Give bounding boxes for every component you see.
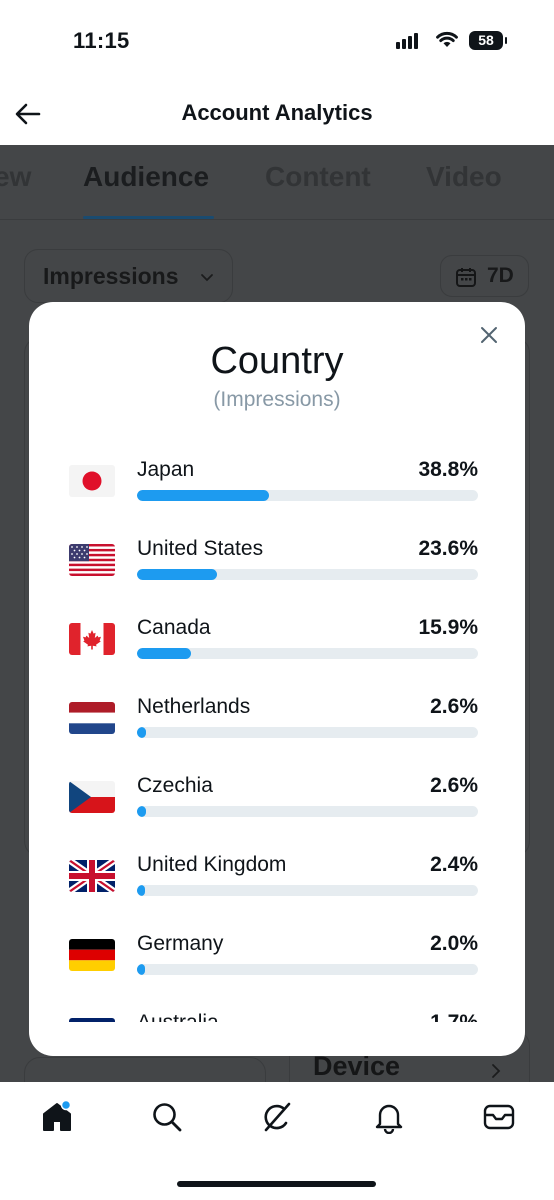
messages-icon[interactable] xyxy=(482,1100,516,1134)
country-percent: 2.6% xyxy=(430,695,478,718)
country-percent: 23.6% xyxy=(418,537,478,560)
united-states-flag-icon xyxy=(69,544,115,576)
country-name: Germany xyxy=(137,932,224,955)
search-icon[interactable] xyxy=(150,1100,184,1134)
home-icon[interactable] xyxy=(40,1100,74,1134)
notification-dot xyxy=(60,1100,72,1111)
czechia-flag-icon xyxy=(69,781,115,813)
australia-flag-icon xyxy=(69,1018,115,1022)
country-name: Canada xyxy=(137,616,211,639)
cellular-signal-icon xyxy=(396,33,422,49)
analytics-tabs: ew Audience Content Video xyxy=(0,145,554,219)
date-range-label: 7D xyxy=(487,264,514,287)
progress-fill xyxy=(137,964,145,975)
home-indicator xyxy=(177,1181,376,1187)
chevron-right-icon xyxy=(492,1064,501,1078)
background-card xyxy=(24,1057,266,1082)
battery-indicator: 58 xyxy=(469,31,507,50)
list-item: United Kingdom 2.4% xyxy=(29,841,525,920)
notifications-icon[interactable] xyxy=(372,1100,406,1134)
progress-track xyxy=(137,885,478,896)
progress-fill xyxy=(137,569,217,580)
list-item: Netherlands 2.6% xyxy=(29,683,525,762)
list-item: Canada 15.9% xyxy=(29,604,525,683)
progress-track xyxy=(137,648,478,659)
tab-overview[interactable]: ew xyxy=(0,161,31,193)
page-title: Account Analytics xyxy=(181,100,373,125)
country-name: Czechia xyxy=(137,774,213,797)
germany-flag-icon xyxy=(69,939,115,971)
netherlands-flag-icon xyxy=(69,702,115,734)
tab-content[interactable]: Content xyxy=(265,161,371,193)
country-percent: 2.6% xyxy=(430,774,478,797)
chevron-down-icon xyxy=(201,274,213,282)
country-name: Australia xyxy=(137,1011,219,1022)
country-name: United States xyxy=(137,537,264,560)
status-time: 11:15 xyxy=(73,28,130,53)
country-name: Japan xyxy=(137,458,195,481)
country-name: United Kingdom xyxy=(137,853,287,876)
country-percent: 2.4% xyxy=(430,853,478,876)
progress-track xyxy=(137,490,478,501)
list-item: Germany 2.0% xyxy=(29,920,525,999)
country-percent: 1.7% xyxy=(430,1011,478,1022)
country-list[interactable]: Japan 38.8% United States 23.6% Canada 1… xyxy=(29,446,525,1022)
metric-dropdown-label: Impressions xyxy=(43,263,179,289)
tab-audience[interactable]: Audience xyxy=(83,161,209,193)
united-kingdom-flag-icon xyxy=(69,860,115,892)
progress-fill xyxy=(137,727,146,738)
list-item: Japan 38.8% xyxy=(29,446,525,525)
top-bar: Account Analytics xyxy=(0,84,554,145)
japan-flag-icon xyxy=(69,465,115,497)
list-item: United States 23.6% xyxy=(29,525,525,604)
list-item: Australia 1.7% xyxy=(29,999,525,1022)
wifi-icon xyxy=(436,31,458,47)
date-range-button[interactable]: 7D xyxy=(440,255,529,297)
progress-track xyxy=(137,727,478,738)
modal-subtitle: (Impressions) xyxy=(213,388,341,411)
list-item: Czechia 2.6% xyxy=(29,762,525,841)
grok-icon[interactable] xyxy=(260,1100,294,1134)
progress-track xyxy=(137,964,478,975)
tab-video[interactable]: Video xyxy=(426,161,502,193)
progress-fill xyxy=(137,885,145,896)
calendar-icon xyxy=(456,268,476,287)
progress-fill xyxy=(137,806,146,817)
status-bar: 11:15 58 xyxy=(0,0,554,84)
tabs-divider xyxy=(0,219,554,220)
progress-fill xyxy=(137,648,191,659)
progress-fill xyxy=(137,490,269,501)
country-percent: 2.0% xyxy=(430,932,478,955)
country-modal: Country (Impressions) Japan 38.8% United… xyxy=(29,302,525,1056)
country-name: Netherlands xyxy=(137,695,251,718)
metric-dropdown[interactable]: Impressions xyxy=(24,249,233,303)
canada-flag-icon xyxy=(69,623,115,655)
country-percent: 15.9% xyxy=(418,616,478,639)
modal-title: Country xyxy=(210,340,344,382)
country-percent: 38.8% xyxy=(418,458,478,481)
progress-track xyxy=(137,569,478,580)
progress-track xyxy=(137,806,478,817)
